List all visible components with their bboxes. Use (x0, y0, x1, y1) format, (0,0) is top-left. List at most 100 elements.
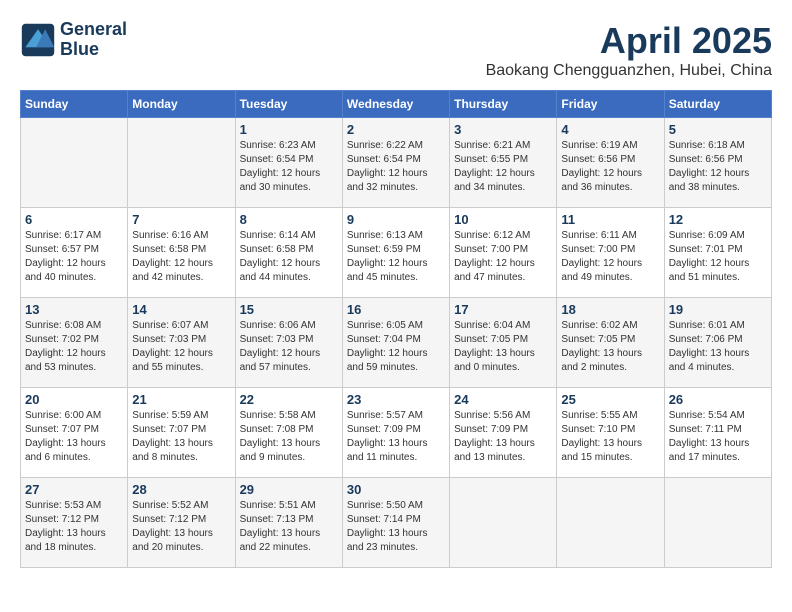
day-cell: 17 Sunrise: 6:04 AMSunset: 7:05 PMDayligh… (450, 298, 557, 388)
day-cell: 20 Sunrise: 6:00 AMSunset: 7:07 PMDayligh… (21, 388, 128, 478)
day-cell: 6 Sunrise: 6:17 AMSunset: 6:57 PMDaylight… (21, 208, 128, 298)
day-number: 20 (25, 392, 123, 407)
day-cell: 22 Sunrise: 5:58 AMSunset: 7:08 PMDayligh… (235, 388, 342, 478)
day-info: Sunrise: 5:50 AMSunset: 7:14 PMDaylight:… (347, 499, 445, 555)
day-number: 26 (669, 392, 767, 407)
logo-text: General Blue (60, 20, 127, 60)
day-info: Sunrise: 6:07 AMSunset: 7:03 PMDaylight:… (132, 319, 230, 375)
day-cell: 21 Sunrise: 5:59 AMSunset: 7:07 PMDayligh… (128, 388, 235, 478)
day-cell: 29 Sunrise: 5:51 AMSunset: 7:13 PMDayligh… (235, 478, 342, 568)
day-number: 16 (347, 302, 445, 317)
day-cell: 5 Sunrise: 6:18 AMSunset: 6:56 PMDaylight… (664, 118, 771, 208)
day-info: Sunrise: 6:09 AMSunset: 7:01 PMDaylight:… (669, 229, 767, 285)
day-cell: 12 Sunrise: 6:09 AMSunset: 7:01 PMDayligh… (664, 208, 771, 298)
day-cell: 30Sunrise: 5:50 AMSunset: 7:14 PMDayligh… (342, 478, 449, 568)
day-cell: 7Sunrise: 6:16 AMSunset: 6:58 PMDaylight… (128, 208, 235, 298)
day-cell: 23 Sunrise: 5:57 AMSunset: 7:09 PMDayligh… (342, 388, 449, 478)
day-cell: 11Sunrise: 6:11 AMSunset: 7:00 PMDayligh… (557, 208, 664, 298)
calendar-table: SundayMondayTuesdayWednesdayThursdayFrid… (20, 90, 772, 568)
day-cell (21, 118, 128, 208)
day-info: Sunrise: 5:53 AMSunset: 7:12 PMDaylight:… (25, 499, 123, 555)
day-info: Sunrise: 6:02 AMSunset: 7:05 PMDaylight:… (561, 319, 659, 375)
week-row-5: 27 Sunrise: 5:53 AMSunset: 7:12 PMDayligh… (21, 478, 772, 568)
week-row-2: 6 Sunrise: 6:17 AMSunset: 6:57 PMDaylight… (21, 208, 772, 298)
day-info: Sunrise: 6:14 AMSunset: 6:58 PMDaylight:… (240, 229, 338, 285)
day-info: Sunrise: 6:00 AMSunset: 7:07 PMDaylight:… (25, 409, 123, 465)
day-cell: 24 Sunrise: 5:56 AMSunset: 7:09 PMDayligh… (450, 388, 557, 478)
day-cell: 25 Sunrise: 5:55 AMSunset: 7:10 PMDayligh… (557, 388, 664, 478)
day-cell (128, 118, 235, 208)
column-header-monday: Monday (128, 91, 235, 118)
column-header-friday: Friday (557, 91, 664, 118)
day-number: 15 (240, 302, 338, 317)
day-number: 28 (132, 482, 230, 497)
day-cell (450, 478, 557, 568)
day-number: 5 (669, 122, 767, 137)
day-info: Sunrise: 6:18 AMSunset: 6:56 PMDaylight:… (669, 139, 767, 195)
day-number: 17 (454, 302, 552, 317)
day-cell (664, 478, 771, 568)
day-number: 7 (132, 212, 230, 227)
column-header-saturday: Saturday (664, 91, 771, 118)
day-info: Sunrise: 6:17 AMSunset: 6:57 PMDaylight:… (25, 229, 123, 285)
week-row-1: 1 Sunrise: 6:23 AMSunset: 6:54 PMDaylight… (21, 118, 772, 208)
day-number: 1 (240, 122, 338, 137)
day-info: Sunrise: 6:22 AMSunset: 6:54 PMDaylight:… (347, 139, 445, 195)
day-info: Sunrise: 6:21 AMSunset: 6:55 PMDaylight:… (454, 139, 552, 195)
day-cell: 15Sunrise: 6:06 AMSunset: 7:03 PMDayligh… (235, 298, 342, 388)
day-number: 4 (561, 122, 659, 137)
day-number: 6 (25, 212, 123, 227)
day-number: 14 (132, 302, 230, 317)
day-cell: 9Sunrise: 6:13 AMSunset: 6:59 PMDaylight… (342, 208, 449, 298)
day-info: Sunrise: 5:59 AMSunset: 7:07 PMDaylight:… (132, 409, 230, 465)
day-number: 8 (240, 212, 338, 227)
logo-icon (20, 22, 56, 58)
day-number: 21 (132, 392, 230, 407)
day-cell: 2 Sunrise: 6:22 AMSunset: 6:54 PMDaylight… (342, 118, 449, 208)
day-number: 19 (669, 302, 767, 317)
day-cell: 26 Sunrise: 5:54 AMSunset: 7:11 PMDayligh… (664, 388, 771, 478)
day-info: Sunrise: 5:57 AMSunset: 7:09 PMDaylight:… (347, 409, 445, 465)
day-info: Sunrise: 6:23 AMSunset: 6:54 PMDaylight:… (240, 139, 338, 195)
day-info: Sunrise: 6:04 AMSunset: 7:05 PMDaylight:… (454, 319, 552, 375)
day-number: 18 (561, 302, 659, 317)
day-cell: 18 Sunrise: 6:02 AMSunset: 7:05 PMDayligh… (557, 298, 664, 388)
day-info: Sunrise: 5:54 AMSunset: 7:11 PMDaylight:… (669, 409, 767, 465)
day-cell: 13Sunrise: 6:08 AMSunset: 7:02 PMDayligh… (21, 298, 128, 388)
day-cell: 10Sunrise: 6:12 AMSunset: 7:00 PMDayligh… (450, 208, 557, 298)
day-number: 3 (454, 122, 552, 137)
header-row: SundayMondayTuesdayWednesdayThursdayFrid… (21, 91, 772, 118)
day-number: 9 (347, 212, 445, 227)
month-title: April 2025 (486, 20, 772, 62)
day-cell: 1 Sunrise: 6:23 AMSunset: 6:54 PMDaylight… (235, 118, 342, 208)
day-info: Sunrise: 6:05 AMSunset: 7:04 PMDaylight:… (347, 319, 445, 375)
header: General Blue April 2025 Baokang Chenggua… (20, 20, 772, 80)
column-header-wednesday: Wednesday (342, 91, 449, 118)
day-info: Sunrise: 5:56 AMSunset: 7:09 PMDaylight:… (454, 409, 552, 465)
day-number: 29 (240, 482, 338, 497)
day-number: 22 (240, 392, 338, 407)
day-info: Sunrise: 6:01 AMSunset: 7:06 PMDaylight:… (669, 319, 767, 375)
day-cell (557, 478, 664, 568)
day-cell: 19 Sunrise: 6:01 AMSunset: 7:06 PMDayligh… (664, 298, 771, 388)
day-cell: 16 Sunrise: 6:05 AMSunset: 7:04 PMDayligh… (342, 298, 449, 388)
column-header-sunday: Sunday (21, 91, 128, 118)
day-cell: 3 Sunrise: 6:21 AMSunset: 6:55 PMDaylight… (450, 118, 557, 208)
week-row-3: 13Sunrise: 6:08 AMSunset: 7:02 PMDayligh… (21, 298, 772, 388)
day-info: Sunrise: 5:58 AMSunset: 7:08 PMDaylight:… (240, 409, 338, 465)
day-number: 25 (561, 392, 659, 407)
day-cell: 14 Sunrise: 6:07 AMSunset: 7:03 PMDayligh… (128, 298, 235, 388)
day-number: 24 (454, 392, 552, 407)
day-info: Sunrise: 6:19 AMSunset: 6:56 PMDaylight:… (561, 139, 659, 195)
day-number: 27 (25, 482, 123, 497)
day-info: Sunrise: 6:12 AMSunset: 7:00 PMDaylight:… (454, 229, 552, 285)
day-number: 23 (347, 392, 445, 407)
day-info: Sunrise: 5:55 AMSunset: 7:10 PMDaylight:… (561, 409, 659, 465)
day-cell: 8 Sunrise: 6:14 AMSunset: 6:58 PMDaylight… (235, 208, 342, 298)
day-number: 2 (347, 122, 445, 137)
location-title: Baokang Chengguanzhen, Hubei, China (486, 62, 772, 80)
title-area: April 2025 Baokang Chengguanzhen, Hubei,… (486, 20, 772, 80)
day-number: 12 (669, 212, 767, 227)
logo: General Blue (20, 20, 127, 60)
day-info: Sunrise: 5:51 AMSunset: 7:13 PMDaylight:… (240, 499, 338, 555)
